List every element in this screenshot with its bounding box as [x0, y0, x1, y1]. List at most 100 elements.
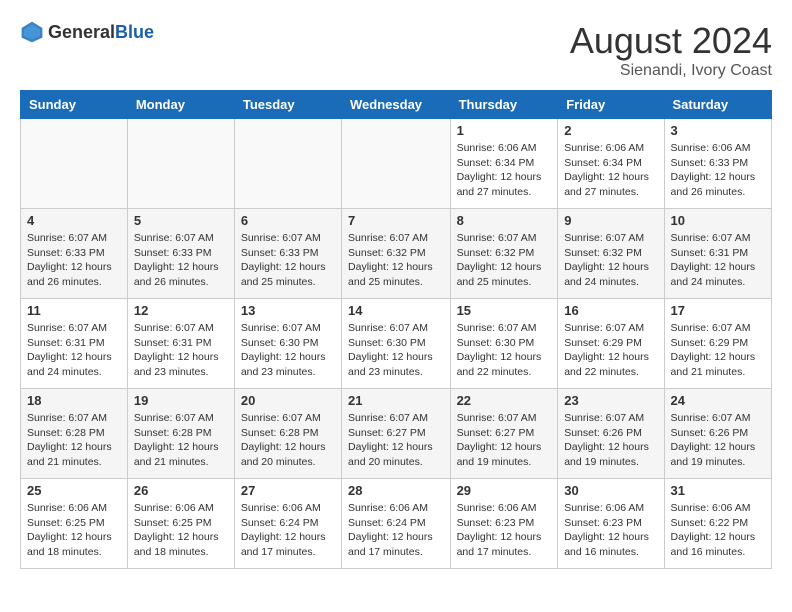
- day-number: 3: [671, 123, 765, 138]
- calendar-cell: 25 Sunrise: 6:06 AM Sunset: 6:25 PM Dayli…: [21, 479, 128, 569]
- day-info: Sunrise: 6:07 AM Sunset: 6:31 PM Dayligh…: [134, 321, 228, 380]
- day-info: Sunrise: 6:06 AM Sunset: 6:24 PM Dayligh…: [348, 501, 444, 560]
- calendar-cell: 20 Sunrise: 6:07 AM Sunset: 6:28 PM Dayli…: [234, 389, 341, 479]
- day-number: 28: [348, 483, 444, 498]
- day-number: 4: [27, 213, 121, 228]
- day-number: 5: [134, 213, 228, 228]
- calendar-cell: 8Sunrise: 6:07 AM Sunset: 6:32 PM Daylig…: [450, 209, 558, 299]
- day-info: Sunrise: 6:07 AM Sunset: 6:33 PM Dayligh…: [241, 231, 335, 290]
- day-number: 30: [564, 483, 657, 498]
- calendar-week-row: 25 Sunrise: 6:06 AM Sunset: 6:25 PM Dayli…: [21, 479, 772, 569]
- calendar-cell: 11Sunrise: 6:07 AM Sunset: 6:31 PM Dayli…: [21, 299, 128, 389]
- calendar-cell: 16 Sunrise: 6:07 AM Sunset: 6:29 PM Dayli…: [558, 299, 664, 389]
- day-info: Sunrise: 6:07 AM Sunset: 6:28 PM Dayligh…: [241, 411, 335, 470]
- day-info: Sunrise: 6:06 AM Sunset: 6:22 PM Dayligh…: [671, 501, 765, 560]
- calendar-cell: 21 Sunrise: 6:07 AM Sunset: 6:27 PM Dayli…: [342, 389, 451, 479]
- calendar-week-row: 4 Sunrise: 6:07 AM Sunset: 6:33 PM Daylig…: [21, 209, 772, 299]
- day-info: Sunrise: 6:07 AM Sunset: 6:26 PM Dayligh…: [564, 411, 657, 470]
- day-number: 29: [457, 483, 552, 498]
- day-header-tuesday: Tuesday: [234, 91, 341, 119]
- calendar-cell: 10 Sunrise: 6:07 AM Sunset: 6:31 PM Dayli…: [664, 209, 771, 299]
- day-number: 27: [241, 483, 335, 498]
- day-number: 18: [27, 393, 121, 408]
- day-number: 26: [134, 483, 228, 498]
- day-header-friday: Friday: [558, 91, 664, 119]
- title-block: August 2024 Sienandi, Ivory Coast: [570, 20, 772, 80]
- day-number: 11: [27, 303, 121, 318]
- day-number: 25: [27, 483, 121, 498]
- day-number: 16: [564, 303, 657, 318]
- calendar-cell: 31 Sunrise: 6:06 AM Sunset: 6:22 PM Dayli…: [664, 479, 771, 569]
- day-info: Sunrise: 6:06 AM Sunset: 6:25 PM Dayligh…: [134, 501, 228, 560]
- day-info: Sunrise: 6:06 AM Sunset: 6:34 PM Dayligh…: [564, 141, 657, 200]
- day-number: 9: [564, 213, 657, 228]
- calendar-cell: 19 Sunrise: 6:07 AM Sunset: 6:28 PM Dayli…: [127, 389, 234, 479]
- calendar-cell: 27 Sunrise: 6:06 AM Sunset: 6:24 PM Dayli…: [234, 479, 341, 569]
- day-info: Sunrise: 6:07 AM Sunset: 6:27 PM Dayligh…: [348, 411, 444, 470]
- day-number: 19: [134, 393, 228, 408]
- calendar-cell: 23 Sunrise: 6:07 AM Sunset: 6:26 PM Dayli…: [558, 389, 664, 479]
- calendar-cell: 29 Sunrise: 6:06 AM Sunset: 6:23 PM Dayli…: [450, 479, 558, 569]
- day-info: Sunrise: 6:07 AM Sunset: 6:29 PM Dayligh…: [671, 321, 765, 380]
- calendar-cell: [127, 119, 234, 209]
- day-info: Sunrise: 6:07 AM Sunset: 6:29 PM Dayligh…: [564, 321, 657, 380]
- calendar-cell: 26 Sunrise: 6:06 AM Sunset: 6:25 PM Dayli…: [127, 479, 234, 569]
- day-info: Sunrise: 6:07 AM Sunset: 6:33 PM Dayligh…: [134, 231, 228, 290]
- day-info: Sunrise: 6:06 AM Sunset: 6:34 PM Dayligh…: [457, 141, 552, 200]
- day-number: 22: [457, 393, 552, 408]
- day-number: 10: [671, 213, 765, 228]
- day-header-thursday: Thursday: [450, 91, 558, 119]
- day-number: 7: [348, 213, 444, 228]
- calendar-cell: 13 Sunrise: 6:07 AM Sunset: 6:30 PM Dayli…: [234, 299, 341, 389]
- calendar-week-row: 18 Sunrise: 6:07 AM Sunset: 6:28 PM Dayli…: [21, 389, 772, 479]
- day-number: 17: [671, 303, 765, 318]
- day-info: Sunrise: 6:06 AM Sunset: 6:23 PM Dayligh…: [457, 501, 552, 560]
- day-info: Sunrise: 6:06 AM Sunset: 6:24 PM Dayligh…: [241, 501, 335, 560]
- day-number: 20: [241, 393, 335, 408]
- calendar-cell: 3 Sunrise: 6:06 AM Sunset: 6:33 PM Daylig…: [664, 119, 771, 209]
- day-info: Sunrise: 6:07 AM Sunset: 6:28 PM Dayligh…: [27, 411, 121, 470]
- calendar-cell: 4Sunrise: 6:07 AM Sunset: 6:33 PM Daylig…: [21, 209, 128, 299]
- calendar-cell: [21, 119, 128, 209]
- calendar-cell: 22 Sunrise: 6:07 AM Sunset: 6:27 PM Dayli…: [450, 389, 558, 479]
- calendar-cell: 24Sunrise: 6:07 AM Sunset: 6:26 PM Dayli…: [664, 389, 771, 479]
- day-info: Sunrise: 6:07 AM Sunset: 6:27 PM Dayligh…: [457, 411, 552, 470]
- day-number: 31: [671, 483, 765, 498]
- day-info: Sunrise: 6:07 AM Sunset: 6:32 PM Dayligh…: [457, 231, 552, 290]
- day-number: 1: [457, 123, 552, 138]
- day-info: Sunrise: 6:07 AM Sunset: 6:30 PM Dayligh…: [241, 321, 335, 380]
- calendar-cell: 6Sunrise: 6:07 AM Sunset: 6:33 PM Daylig…: [234, 209, 341, 299]
- day-number: 24: [671, 393, 765, 408]
- day-number: 21: [348, 393, 444, 408]
- logo-blue: Blue: [115, 22, 154, 42]
- calendar-cell: [342, 119, 451, 209]
- day-info: Sunrise: 6:07 AM Sunset: 6:32 PM Dayligh…: [348, 231, 444, 290]
- calendar-cell: 1 Sunrise: 6:06 AM Sunset: 6:34 PM Daylig…: [450, 119, 558, 209]
- logo-text: GeneralBlue: [48, 22, 154, 43]
- day-info: Sunrise: 6:07 AM Sunset: 6:31 PM Dayligh…: [671, 231, 765, 290]
- calendar-cell: 15Sunrise: 6:07 AM Sunset: 6:30 PM Dayli…: [450, 299, 558, 389]
- logo: GeneralBlue: [20, 20, 154, 44]
- logo-general: General: [48, 22, 115, 42]
- day-header-saturday: Saturday: [664, 91, 771, 119]
- day-info: Sunrise: 6:06 AM Sunset: 6:33 PM Dayligh…: [671, 141, 765, 200]
- logo-icon: [20, 20, 44, 44]
- calendar-cell: 18 Sunrise: 6:07 AM Sunset: 6:28 PM Dayli…: [21, 389, 128, 479]
- calendar-table: SundayMondayTuesdayWednesdayThursdayFrid…: [20, 90, 772, 569]
- day-header-sunday: Sunday: [21, 91, 128, 119]
- day-info: Sunrise: 6:06 AM Sunset: 6:25 PM Dayligh…: [27, 501, 121, 560]
- day-number: 23: [564, 393, 657, 408]
- day-info: Sunrise: 6:07 AM Sunset: 6:30 PM Dayligh…: [348, 321, 444, 380]
- page-header: GeneralBlue August 2024 Sienandi, Ivory …: [20, 20, 772, 80]
- location-subtitle: Sienandi, Ivory Coast: [570, 62, 772, 80]
- calendar-cell: 17 Sunrise: 6:07 AM Sunset: 6:29 PM Dayli…: [664, 299, 771, 389]
- calendar-week-row: 11 Sunrise: 6:07 AM Sunset: 6:31 PM Dayli…: [21, 299, 772, 389]
- day-number: 13: [241, 303, 335, 318]
- day-info: Sunrise: 6:07 AM Sunset: 6:32 PM Dayligh…: [564, 231, 657, 290]
- calendar-cell: [234, 119, 341, 209]
- calendar-cell: 5 Sunrise: 6:07 AM Sunset: 6:33 PM Daylig…: [127, 209, 234, 299]
- day-header-wednesday: Wednesday: [342, 91, 451, 119]
- day-header-monday: Monday: [127, 91, 234, 119]
- day-info: Sunrise: 6:07 AM Sunset: 6:28 PM Dayligh…: [134, 411, 228, 470]
- day-number: 15: [457, 303, 552, 318]
